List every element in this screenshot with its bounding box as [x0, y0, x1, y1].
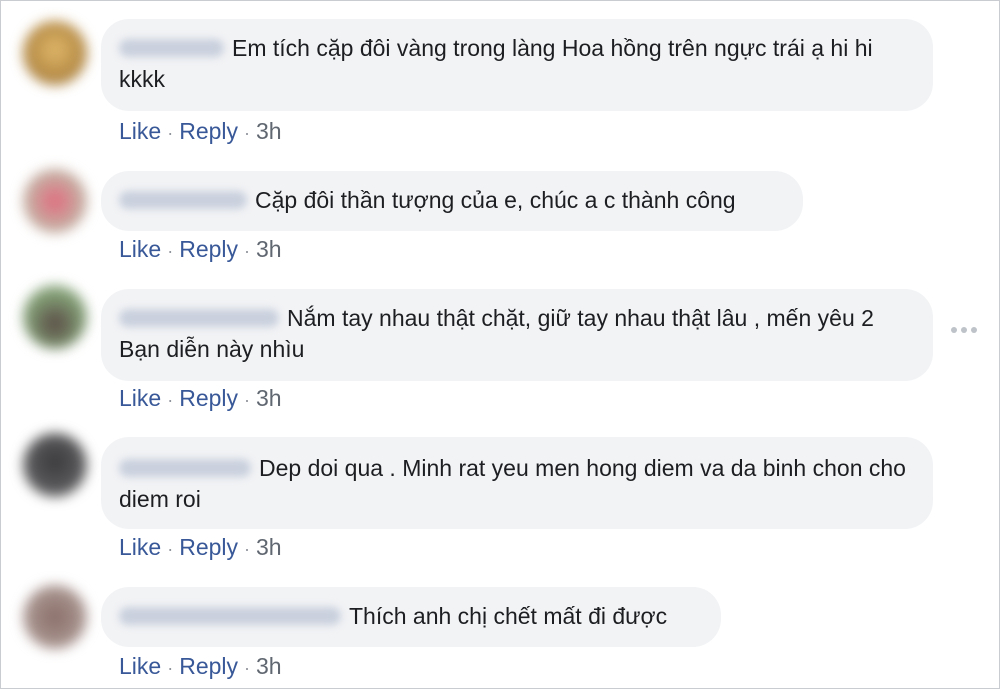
comment-text: Thích anh chị chết mất đi được	[349, 603, 668, 629]
like-link[interactable]: Like	[119, 653, 161, 679]
comment-actions: Like · Reply · 3h	[119, 534, 282, 562]
comment-bubble: Dep doi qua . Minh rat yeu men hong diem…	[101, 437, 933, 529]
ellipsis-dot	[951, 327, 957, 333]
reply-link[interactable]: Reply	[179, 236, 238, 262]
comment-bubble: Thích anh chị chết mất đi được	[101, 587, 721, 647]
like-link[interactable]: Like	[119, 236, 161, 262]
separator-dot: ·	[167, 241, 174, 261]
reply-link[interactable]: Reply	[179, 534, 238, 560]
comment-actions: Like · Reply · 3h	[119, 385, 282, 413]
separator-dot: ·	[244, 123, 251, 143]
comment-author-name[interactable]	[119, 190, 247, 209]
comments-section: Em tích cặp đôi vàng trong làng Hoa hồng…	[0, 0, 1000, 689]
separator-dot: ·	[167, 658, 174, 678]
comment-bubble: Cặp đôi thần tượng của e, chúc a c thành…	[101, 171, 803, 231]
avatar[interactable]	[23, 433, 87, 497]
comment-author-name[interactable]	[119, 38, 224, 57]
comment-actions: Like · Reply · 3h	[119, 118, 282, 146]
comment-timestamp[interactable]: 3h	[256, 653, 282, 679]
reply-link[interactable]: Reply	[179, 118, 238, 144]
comment-timestamp[interactable]: 3h	[256, 385, 282, 411]
avatar[interactable]	[23, 285, 87, 349]
comment-author-name[interactable]	[119, 308, 279, 327]
separator-dot: ·	[167, 390, 174, 410]
ellipsis-dot	[971, 327, 977, 333]
avatar[interactable]	[23, 169, 87, 233]
like-link[interactable]: Like	[119, 385, 161, 411]
separator-dot: ·	[167, 123, 174, 143]
avatar[interactable]	[23, 585, 87, 649]
comment-text: Em tích cặp đôi vàng trong làng Hoa hồng…	[119, 35, 873, 92]
reply-link[interactable]: Reply	[179, 385, 238, 411]
comment-bubble: Em tích cặp đôi vàng trong làng Hoa hồng…	[101, 19, 933, 111]
comment-bubble: Nắm tay nhau thật chặt, giữ tay nhau thậ…	[101, 289, 933, 381]
more-options-icon[interactable]	[951, 327, 977, 333]
avatar[interactable]	[23, 21, 87, 85]
separator-dot: ·	[244, 658, 251, 678]
comment-text: Cặp đôi thần tượng của e, chúc a c thành…	[255, 187, 736, 213]
comment-timestamp[interactable]: 3h	[256, 118, 282, 144]
comment-timestamp[interactable]: 3h	[256, 236, 282, 262]
ellipsis-dot	[961, 327, 967, 333]
separator-dot: ·	[244, 539, 251, 559]
separator-dot: ·	[244, 390, 251, 410]
comment-actions: Like · Reply · 3h	[119, 236, 282, 264]
comment-author-name[interactable]	[119, 458, 251, 477]
separator-dot: ·	[244, 241, 251, 261]
like-link[interactable]: Like	[119, 118, 161, 144]
like-link[interactable]: Like	[119, 534, 161, 560]
reply-link[interactable]: Reply	[179, 653, 238, 679]
comment-author-name[interactable]	[119, 606, 341, 625]
comment-timestamp[interactable]: 3h	[256, 534, 282, 560]
comment-actions: Like · Reply · 3h	[119, 653, 282, 681]
separator-dot: ·	[167, 539, 174, 559]
